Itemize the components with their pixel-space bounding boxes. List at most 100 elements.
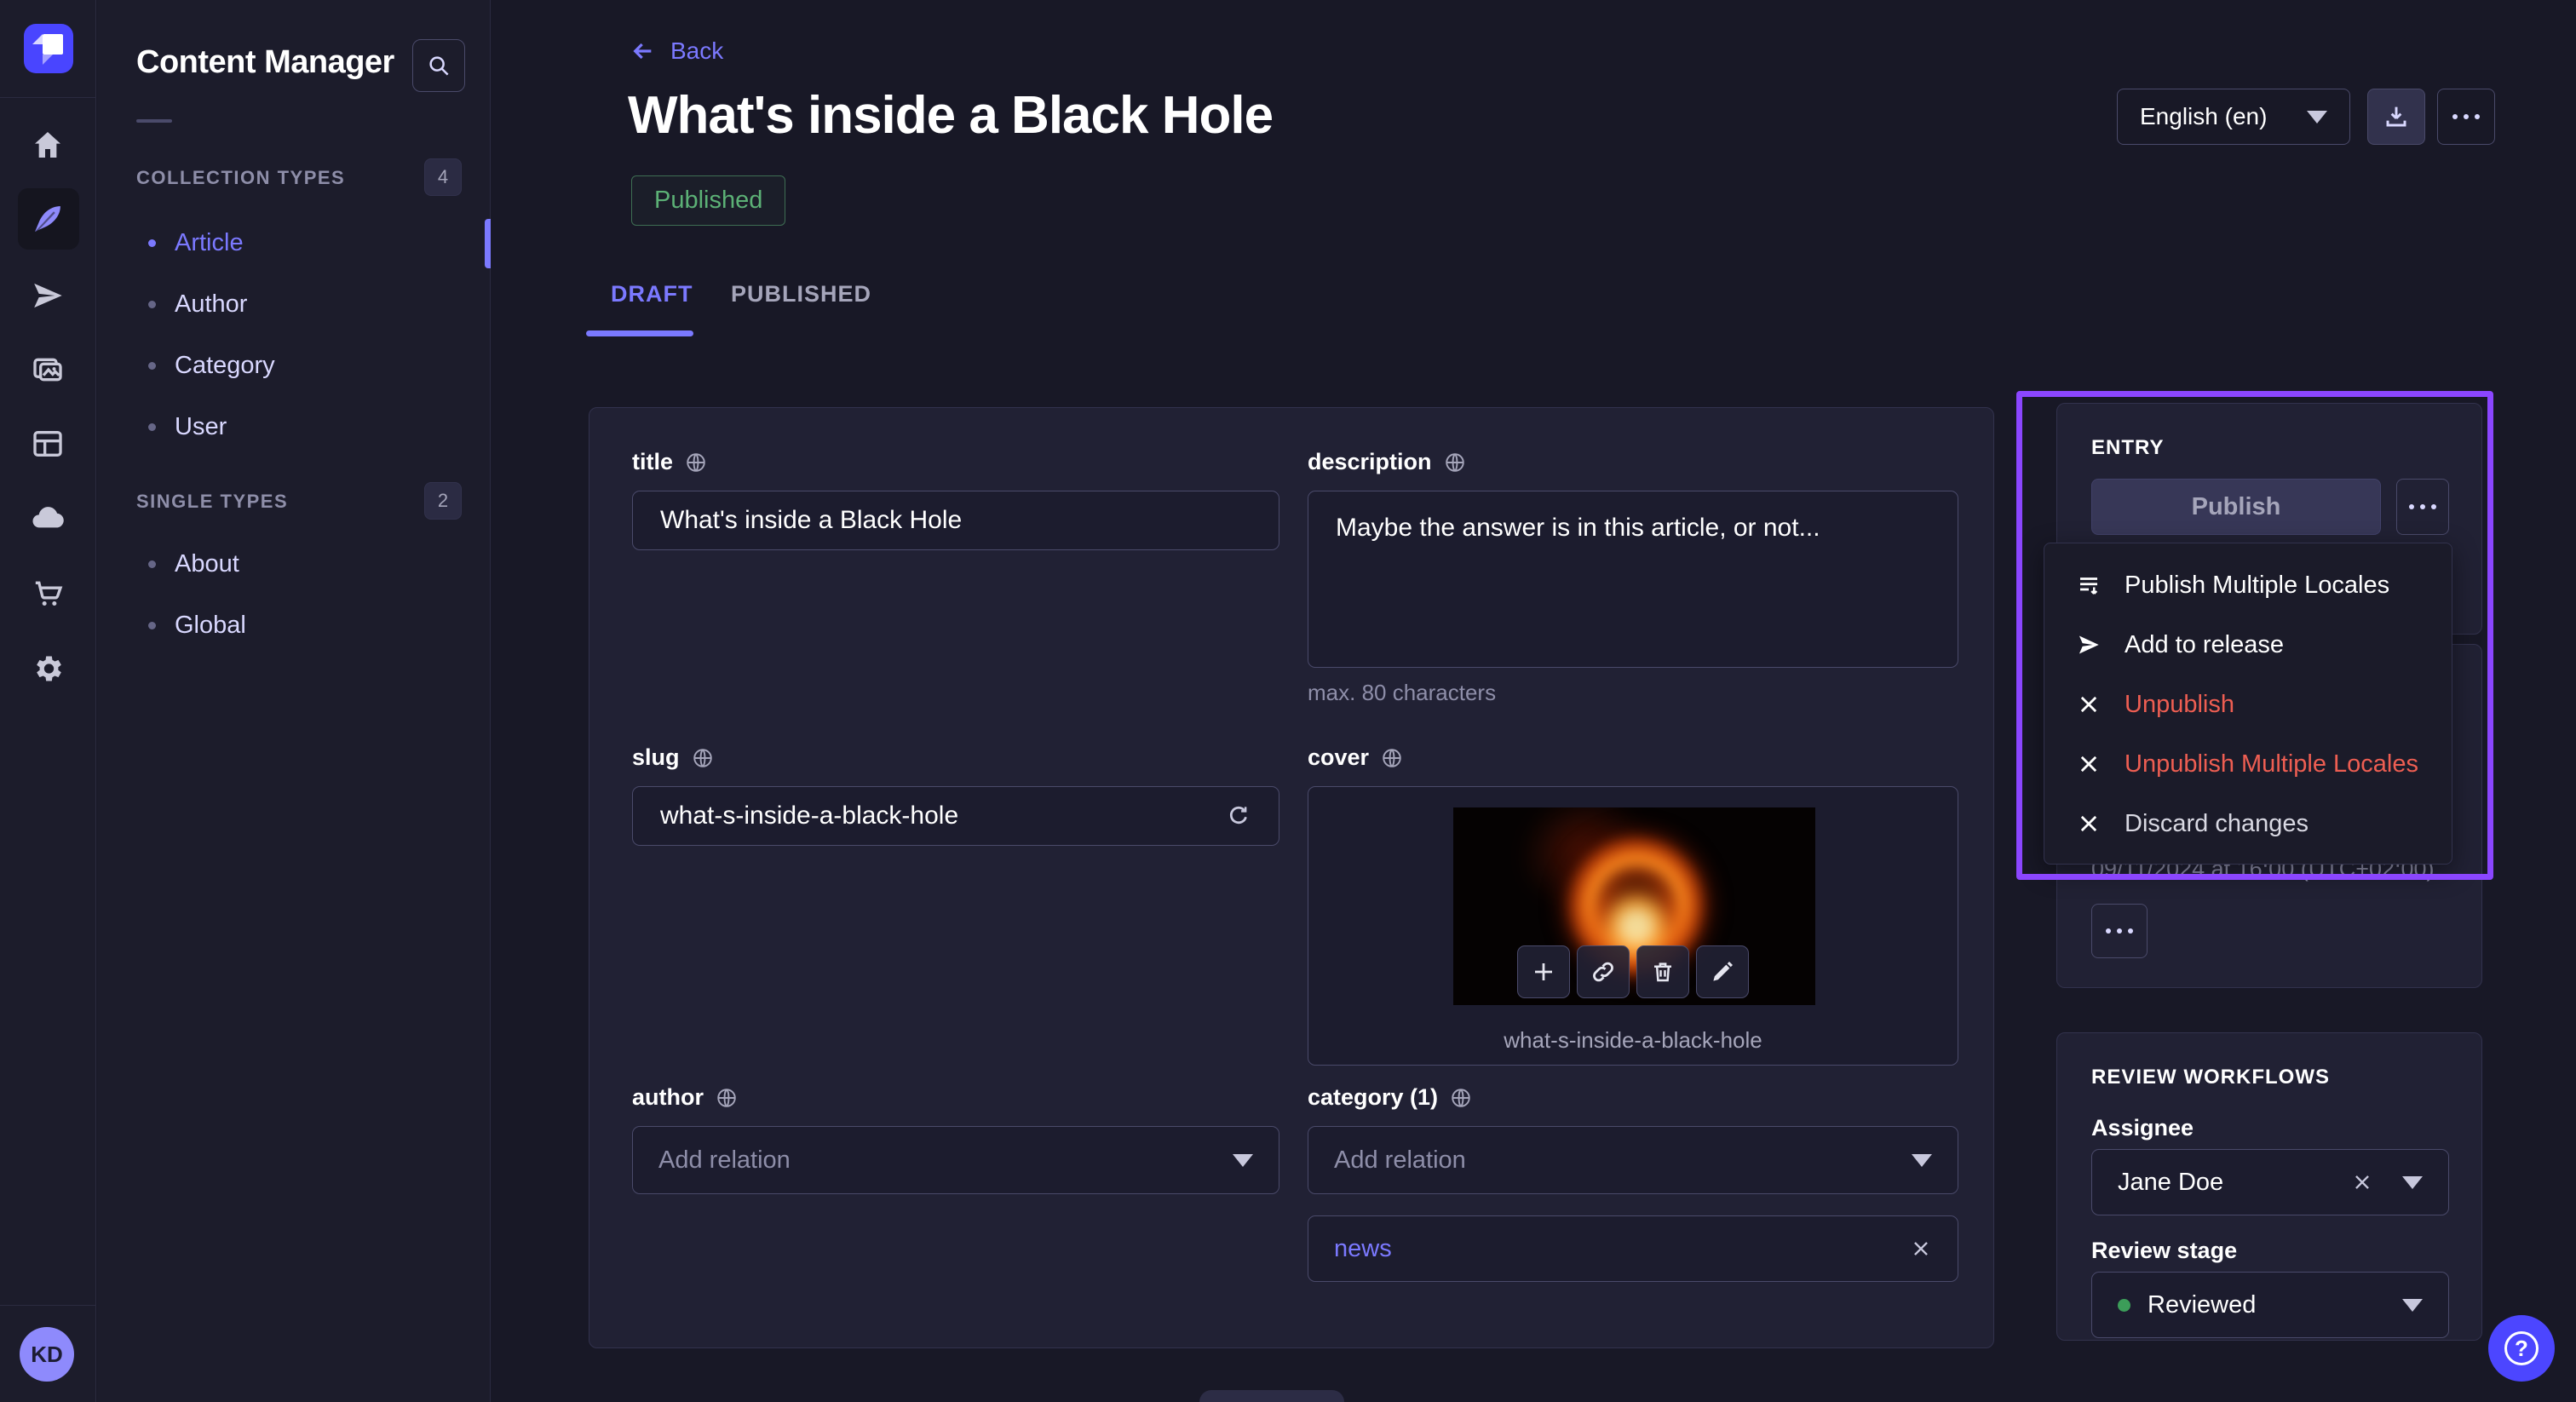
releases-send-icon[interactable]	[31, 279, 65, 313]
search-button[interactable]	[412, 39, 465, 92]
bullet-icon	[148, 423, 156, 431]
chevron-down-icon	[2402, 1299, 2423, 1312]
sidebar-item-about[interactable]: About	[148, 545, 239, 583]
bullet-icon	[148, 560, 156, 568]
sidebar-item-user[interactable]: User	[148, 408, 227, 445]
menu-item-add-to-release[interactable]: Add to release	[2044, 615, 2452, 675]
menu-item-discard-changes[interactable]: Discard changes	[2044, 794, 2452, 853]
delete-asset-button[interactable]	[1636, 945, 1689, 998]
content-manager-feather-icon[interactable]	[30, 201, 66, 237]
clear-assignee-icon[interactable]	[2351, 1171, 2373, 1193]
field-description-label: description	[1308, 449, 1432, 475]
content-type-builder-icon[interactable]	[31, 427, 65, 461]
relation-link[interactable]: news	[1334, 1235, 1392, 1263]
chevron-down-icon	[2402, 1176, 2423, 1189]
menu-item-publish-multiple-locales[interactable]: Publish Multiple Locales	[2044, 555, 2452, 615]
home-icon[interactable]	[31, 128, 65, 162]
sidebar-item-global[interactable]: Global	[148, 606, 246, 644]
cover-actions	[1517, 945, 1749, 998]
user-avatar[interactable]: KD	[20, 1327, 74, 1382]
relation-item-news[interactable]: news	[1308, 1215, 1958, 1282]
field-slug-label: slug	[632, 744, 680, 771]
category-relation-select[interactable]: Add relation	[1308, 1126, 1958, 1194]
cloud-icon[interactable]	[30, 500, 66, 536]
assignee-label: Assignee	[2091, 1115, 2194, 1141]
ellipsis-icon	[2106, 928, 2133, 934]
field-title-label: title	[632, 449, 673, 475]
bullet-icon	[148, 622, 156, 629]
globe-icon	[716, 1087, 738, 1109]
search-icon	[426, 53, 451, 78]
main-nav-rail: KD	[0, 0, 96, 1402]
help-button[interactable]: ?	[2488, 1315, 2555, 1382]
menu-item-unpublish[interactable]: Unpublish	[2044, 675, 2452, 734]
slug-input[interactable]: what-s-inside-a-black-hole	[632, 786, 1279, 846]
regenerate-slug-icon[interactable]	[1226, 803, 1251, 829]
tab-draft[interactable]: DRAFT	[611, 281, 693, 307]
status-badge: Published	[631, 175, 785, 226]
title-input[interactable]: What's inside a Black Hole	[632, 491, 1279, 550]
field-cover: cover	[1308, 744, 1958, 1066]
trash-icon	[1650, 959, 1676, 985]
schedule-more-button[interactable]	[2091, 904, 2148, 958]
cover-filename: what-s-inside-a-black-hole	[1308, 1027, 1958, 1054]
export-button[interactable]	[2367, 89, 2425, 145]
review-stage-label: Review stage	[2091, 1238, 2237, 1264]
active-item-indicator	[485, 219, 491, 268]
cover-asset-card: what-s-inside-a-black-hole	[1308, 786, 1958, 1066]
remove-relation-icon[interactable]	[1910, 1238, 1932, 1260]
settings-gear-icon[interactable]	[31, 652, 65, 686]
review-stage-select[interactable]: Reviewed	[2091, 1272, 2449, 1338]
sidebar-item-category[interactable]: Category	[148, 347, 275, 384]
header-more-button[interactable]	[2437, 89, 2495, 145]
field-slug: slug what-s-inside-a-black-hole	[632, 744, 1279, 846]
sidebar-item-author[interactable]: Author	[148, 285, 247, 323]
globe-icon	[685, 451, 707, 474]
review-workflows-panel: REVIEW WORKFLOWS Assignee Jane Doe Revie…	[2056, 1032, 2482, 1341]
chevron-down-icon	[2307, 111, 2327, 124]
divider	[0, 1305, 96, 1306]
list-plus-icon	[2075, 572, 2102, 598]
divider	[0, 97, 96, 98]
single-types-count: 2	[424, 482, 462, 520]
bullet-icon	[148, 301, 156, 308]
entry-heading: ENTRY	[2091, 436, 2164, 460]
description-hint: max. 80 characters	[1308, 680, 1958, 706]
menu-item-unpublish-multiple-locales[interactable]: Unpublish Multiple Locales	[2044, 734, 2452, 794]
publish-button[interactable]: Publish	[2091, 479, 2381, 535]
strapi-logo[interactable]	[24, 24, 73, 73]
author-relation-select[interactable]: Add relation	[632, 1126, 1279, 1194]
question-icon: ?	[2504, 1331, 2539, 1365]
partial-button[interactable]	[1199, 1390, 1344, 1402]
field-cover-label: cover	[1308, 744, 1369, 771]
copy-link-button[interactable]	[1577, 945, 1630, 998]
sidebar-item-label: User	[175, 413, 227, 441]
sidebar-item-article[interactable]: Article	[148, 224, 244, 261]
globe-icon	[1444, 451, 1466, 474]
collection-types-heading: COLLECTION TYPES	[136, 167, 345, 189]
globe-icon	[1381, 747, 1403, 769]
subnav-title: Content Manager	[136, 44, 394, 81]
locale-select[interactable]: English (en)	[2117, 89, 2350, 145]
tab-published[interactable]: PUBLISHED	[731, 281, 871, 307]
sidebar-item-label: Global	[175, 612, 246, 640]
active-tab-underline	[586, 330, 693, 336]
entry-more-button[interactable]	[2396, 479, 2449, 535]
review-workflows-heading: REVIEW WORKFLOWS	[2091, 1066, 2330, 1089]
field-title: title What's inside a Black Hole	[632, 449, 1279, 550]
marketplace-cart-icon[interactable]	[31, 576, 65, 610]
field-category: category (1) Add relation	[1308, 1084, 1958, 1194]
description-textarea[interactable]: Maybe the answer is in this article, or …	[1308, 491, 1958, 668]
assignee-select[interactable]: Jane Doe	[2091, 1149, 2449, 1215]
media-library-icon[interactable]	[31, 353, 65, 387]
sidebar-item-label: Article	[175, 229, 244, 257]
stage-status-dot	[2118, 1299, 2130, 1312]
field-category-label: category (1)	[1308, 1084, 1438, 1111]
add-asset-button[interactable]	[1517, 945, 1570, 998]
globe-icon	[1450, 1087, 1472, 1109]
edit-asset-button[interactable]	[1696, 945, 1749, 998]
cross-icon	[2075, 812, 2102, 836]
send-icon	[2075, 633, 2102, 657]
back-link[interactable]: Back	[630, 37, 723, 65]
ellipsis-icon	[2409, 504, 2436, 509]
